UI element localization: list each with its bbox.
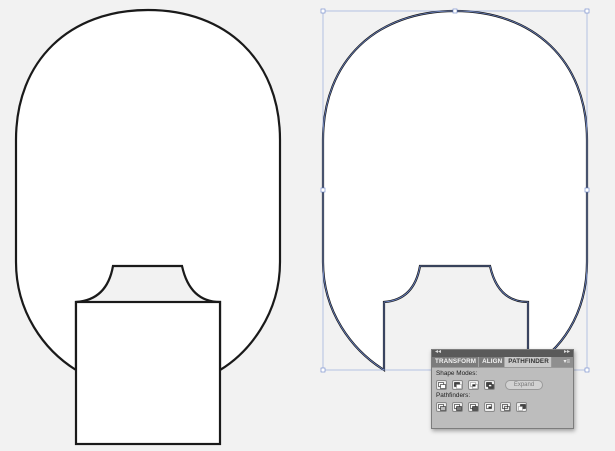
minus-front-icon xyxy=(454,382,462,389)
exclude-icon xyxy=(486,382,494,389)
crop-icon xyxy=(486,404,492,409)
tab-pathfinder[interactable]: PATHFINDER xyxy=(505,357,552,367)
crop-button[interactable] xyxy=(484,402,495,412)
minus-back-button[interactable] xyxy=(516,402,527,412)
trim-icon xyxy=(454,404,462,411)
merge-icon xyxy=(470,404,478,411)
panel-menu-icon[interactable]: ▾≡ xyxy=(563,358,570,365)
intersect-icon xyxy=(470,382,478,389)
shape-modes-row: Expand xyxy=(432,378,573,390)
trim-button[interactable] xyxy=(452,402,463,412)
divide-button[interactable] xyxy=(436,402,447,412)
minus-back-icon xyxy=(518,404,526,411)
pathfinder-panel[interactable]: ◂◂ ▸▸ TRANSFORM ALIGN PATHFINDER ▾≡ Shap… xyxy=(431,349,574,429)
shape-modes-label: Shape Modes: xyxy=(436,370,478,377)
panel-tabs: TRANSFORM ALIGN PATHFINDER ▾≡ xyxy=(432,357,573,368)
tab-transform[interactable]: TRANSFORM xyxy=(432,357,480,367)
pathfinders-row xyxy=(432,400,573,412)
unite-button[interactable] xyxy=(436,380,447,390)
minus-front-button[interactable] xyxy=(452,380,463,390)
original-shapes[interactable] xyxy=(14,8,282,446)
pathfinders-label: Pathfinders: xyxy=(436,392,471,399)
divide-icon xyxy=(438,404,446,411)
panel-titlebar[interactable]: ◂◂ ▸▸ xyxy=(432,348,573,357)
expand-button[interactable]: Expand xyxy=(505,380,543,390)
unite-icon xyxy=(438,382,446,389)
result-shape-group[interactable] xyxy=(320,8,590,373)
exclude-button[interactable] xyxy=(484,380,495,390)
rectangle-shape[interactable] xyxy=(74,300,222,446)
outline-icon xyxy=(502,404,510,411)
outline-button[interactable] xyxy=(500,402,511,412)
collapse-icon[interactable]: ◂◂ xyxy=(435,348,441,355)
merge-button[interactable] xyxy=(468,402,479,412)
close-icon[interactable]: ▸▸ xyxy=(564,348,570,355)
result-shape[interactable] xyxy=(321,9,589,372)
tab-align[interactable]: ALIGN xyxy=(479,357,506,367)
intersect-button[interactable] xyxy=(468,380,479,390)
